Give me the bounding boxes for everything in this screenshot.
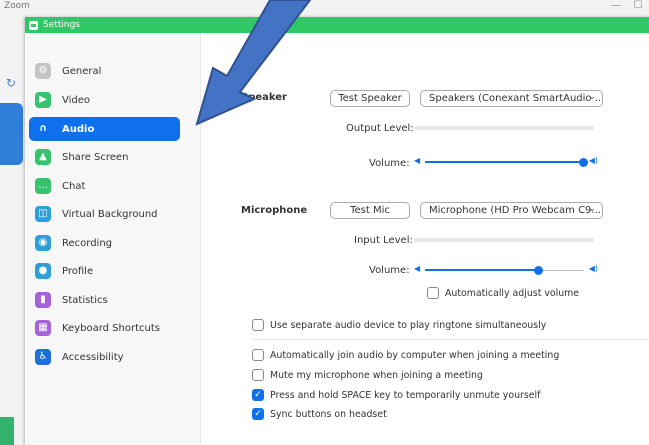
- speaker-device-select[interactable]: Speakers (Conexant SmartAudio ... ⌄: [420, 90, 603, 107]
- speaker-volume-slider[interactable]: ◀ ◀): [414, 156, 598, 168]
- background-window-controls: — ☐: [605, 0, 649, 11]
- volume-low-icon: ◀: [414, 156, 421, 165]
- microphone-volume-label: Volume:: [369, 265, 410, 276]
- separate-ringtone-device-checkbox[interactable]: Use separate audio device to play ringto…: [252, 319, 546, 331]
- sidebar-item-label: Recording: [62, 237, 113, 249]
- microphone-section-label: Microphone: [241, 205, 308, 216]
- background-blue-tab: [0, 103, 23, 165]
- chevron-down-icon: ⌄: [588, 204, 596, 214]
- profile-icon: ●: [35, 263, 51, 279]
- share-screen-icon: ▲: [35, 149, 51, 165]
- background-app-title: Zoom: [4, 1, 30, 11]
- settings-window-title: Settings: [43, 20, 80, 30]
- volume-high-icon: ◀): [588, 264, 598, 273]
- test-speaker-button[interactable]: Test Speaker: [330, 90, 410, 107]
- mute-on-join-checkbox[interactable]: Mute my microphone when joining a meetin…: [252, 369, 483, 381]
- volume-high-icon: ◀): [588, 156, 598, 165]
- chat-bubble-icon: …: [35, 178, 51, 194]
- sidebar-item-label: Accessibility: [62, 351, 124, 363]
- sidebar-item-label: Virtual Background: [62, 208, 158, 220]
- auto-adjust-volume-checkbox[interactable]: Automatically adjust volume: [427, 287, 579, 299]
- statistics-icon: ▮: [35, 292, 51, 308]
- microphone-device-value: Microphone (HD Pro Webcam C9...: [429, 205, 601, 216]
- checkbox-box[interactable]: ✓: [252, 389, 264, 401]
- minimize-icon[interactable]: —: [605, 0, 627, 11]
- refresh-icon[interactable]: ↻: [6, 76, 16, 90]
- accessibility-icon: ♿: [35, 349, 51, 365]
- settings-sidebar: ⚙ General ▶ Video ∩ Audio ▲ Share Screen…: [25, 33, 201, 445]
- checkbox-label: Automatically adjust volume: [445, 287, 580, 299]
- speaker-device-value: Speakers (Conexant SmartAudio ...: [429, 93, 603, 104]
- gear-icon: ⚙: [35, 63, 51, 79]
- sidebar-item-keyboard-shortcuts[interactable]: ▦ Keyboard Shortcuts: [29, 316, 180, 340]
- settings-titlebar: Settings: [25, 17, 649, 33]
- input-level-label: Input Level:: [354, 235, 413, 246]
- zoom-logo-icon: [29, 20, 38, 30]
- sidebar-item-label: Statistics: [62, 294, 108, 306]
- headphones-icon: ∩: [38, 123, 48, 134]
- checkbox-label: Sync buttons on headset: [270, 408, 387, 420]
- chevron-down-icon: ⌄: [588, 92, 596, 102]
- volume-slider-handle[interactable]: [579, 158, 588, 167]
- checkbox-box[interactable]: [252, 319, 264, 331]
- recording-icon: ◉: [35, 235, 51, 251]
- volume-fill: [425, 269, 540, 271]
- sidebar-item-chat[interactable]: … Chat: [29, 174, 180, 198]
- background-green-tab: [0, 417, 14, 445]
- microphone-device-select[interactable]: Microphone (HD Pro Webcam C9... ⌄: [420, 202, 603, 219]
- sidebar-item-statistics[interactable]: ▮ Statistics: [29, 288, 180, 312]
- sidebar-item-profile[interactable]: ● Profile: [29, 259, 180, 283]
- volume-low-icon: ◀: [414, 264, 421, 273]
- sidebar-item-recording[interactable]: ◉ Recording: [29, 231, 180, 255]
- sidebar-item-label: Profile: [62, 265, 94, 277]
- checkbox-label: Press and hold SPACE key to temporarily …: [270, 389, 541, 401]
- sync-headset-buttons-checkbox[interactable]: ✓ Sync buttons on headset: [252, 408, 387, 420]
- output-level-meter: [414, 126, 594, 130]
- sidebar-item-accessibility[interactable]: ♿ Accessibility: [29, 345, 180, 369]
- divider: [252, 339, 649, 340]
- sidebar-item-audio[interactable]: ∩ Audio: [29, 117, 180, 141]
- audio-settings-panel: Speaker Test Speaker Speakers (Conexant …: [201, 33, 649, 445]
- checkbox-box[interactable]: [252, 369, 264, 381]
- input-level-meter: [414, 238, 594, 242]
- sidebar-item-label: Video: [62, 94, 91, 106]
- sidebar-item-general[interactable]: ⚙ General: [29, 59, 180, 83]
- microphone-volume-slider[interactable]: ◀ ◀): [414, 264, 598, 276]
- press-space-unmute-checkbox[interactable]: ✓ Press and hold SPACE key to temporaril…: [252, 389, 540, 401]
- checkbox-box[interactable]: [252, 349, 264, 361]
- checkbox-box[interactable]: [427, 287, 439, 299]
- sidebar-item-video[interactable]: ▶ Video: [29, 88, 180, 112]
- maximize-icon[interactable]: ☐: [627, 0, 649, 11]
- keyboard-icon: ▦: [35, 320, 51, 336]
- checkbox-box[interactable]: ✓: [252, 408, 264, 420]
- sidebar-item-virtual-background[interactable]: ◫ Virtual Background: [29, 202, 180, 226]
- test-mic-button[interactable]: Test Mic: [330, 202, 410, 219]
- sidebar-item-label: Keyboard Shortcuts: [62, 322, 160, 334]
- auto-join-audio-checkbox[interactable]: Automatically join audio by computer whe…: [252, 349, 559, 361]
- checkbox-label: Mute my microphone when joining a meetin…: [270, 369, 483, 381]
- speaker-volume-label: Volume:: [369, 158, 410, 169]
- checkbox-label: Automatically join audio by computer whe…: [270, 349, 560, 361]
- sidebar-item-label: Audio: [62, 123, 95, 135]
- sidebar-item-label: General: [62, 65, 102, 77]
- settings-window: Settings ⚙ General ▶ Video ∩ Audio ▲ Sha…: [25, 17, 649, 445]
- output-level-label: Output Level:: [346, 123, 414, 134]
- sidebar-item-label: Share Screen: [62, 151, 129, 163]
- speaker-section-label: Speaker: [241, 92, 287, 103]
- video-camera-icon: ▶: [35, 92, 51, 108]
- volume-fill: [425, 161, 584, 163]
- checkbox-label: Use separate audio device to play ringto…: [270, 319, 547, 331]
- sidebar-item-share-screen[interactable]: ▲ Share Screen: [29, 145, 180, 169]
- volume-slider-handle[interactable]: [534, 266, 544, 275]
- virtual-background-icon: ◫: [35, 206, 51, 222]
- sidebar-item-label: Chat: [62, 180, 86, 192]
